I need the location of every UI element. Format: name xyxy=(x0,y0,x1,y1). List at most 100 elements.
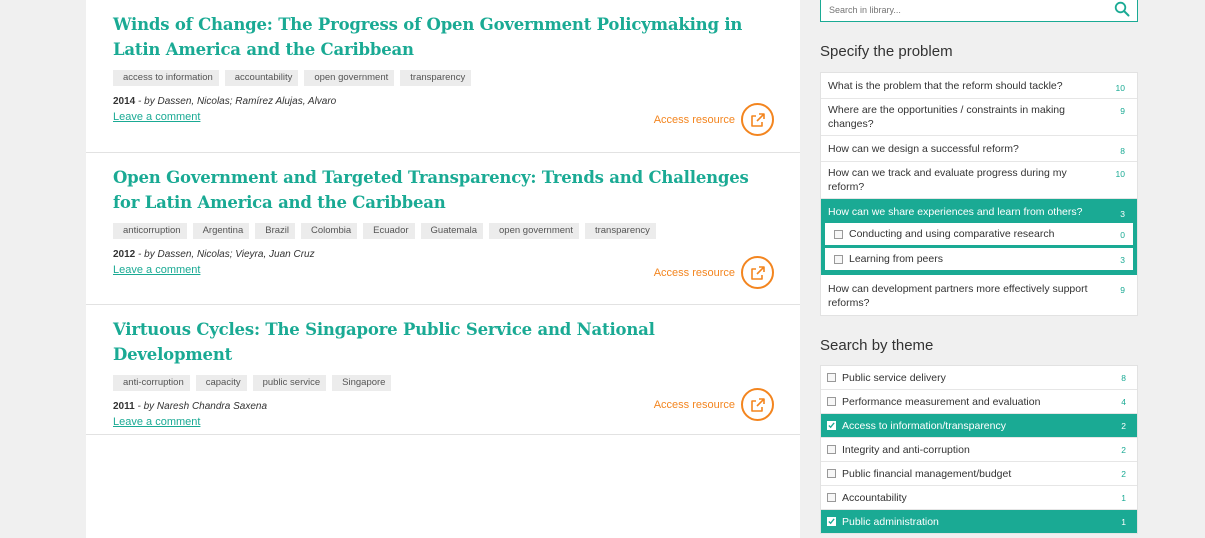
problem-item[interactable]: Where are the opportunities / constraint… xyxy=(821,99,1137,136)
access-resource-button[interactable]: Access resource xyxy=(654,103,774,136)
checkbox[interactable] xyxy=(834,254,843,264)
result-title[interactable]: Open Government and Targeted Transparenc… xyxy=(113,165,773,215)
theme-item-label: Access to information/transparency xyxy=(842,419,1006,432)
result-authors: - by Naresh Chandra Saxena xyxy=(137,401,268,412)
problem-item-label: Where are the opportunities / constraint… xyxy=(828,104,1065,130)
external-link-icon xyxy=(741,103,774,136)
result-title[interactable]: Winds of Change: The Progress of Open Go… xyxy=(113,12,773,62)
problem-subitem-count: 0 xyxy=(1120,230,1125,240)
tag[interactable]: accountability xyxy=(224,70,299,86)
access-resource-label: Access resource xyxy=(653,398,735,411)
problem-list: What is the problem that the reform shou… xyxy=(820,72,1138,316)
problem-item-count: 8 xyxy=(1120,146,1125,156)
result-authors: - by Dassen, Nicolas; Vieyra, Juan Cruz xyxy=(138,249,315,260)
tag[interactable]: Colombia xyxy=(301,223,358,239)
theme-item-checked[interactable]: Public administration 1 xyxy=(821,510,1137,534)
problem-subitem-label: Conducting and using comparative researc… xyxy=(849,228,1055,240)
problem-item[interactable]: How can development partners more effect… xyxy=(821,275,1137,315)
leave-comment-link[interactable]: Leave a comment xyxy=(113,264,200,276)
problem-item-count: 9 xyxy=(1120,285,1125,295)
tag[interactable]: Singapore xyxy=(332,375,392,391)
checkbox[interactable] xyxy=(827,493,836,502)
tag[interactable]: capacity xyxy=(195,375,247,391)
theme-item[interactable]: Accountability 1 xyxy=(821,486,1137,510)
theme-item-count: 1 xyxy=(1121,493,1126,503)
problem-item-count: 3 xyxy=(1120,209,1125,219)
problem-heading: Specify the problem xyxy=(820,43,953,60)
problem-subitem[interactable]: Conducting and using comparative researc… xyxy=(825,223,1133,245)
problem-subitem-label: Learning from peers xyxy=(849,253,943,265)
tag[interactable]: Brazil xyxy=(255,223,295,239)
theme-item-count: 8 xyxy=(1121,373,1126,383)
tag[interactable]: access to information xyxy=(113,70,219,86)
result-entry: Open Government and Targeted Transparenc… xyxy=(86,153,800,305)
theme-item-label: Public financial management/budget xyxy=(842,467,1012,480)
theme-item-checked[interactable]: Access to information/transparency 2 xyxy=(821,414,1137,438)
theme-item[interactable]: Integrity and anti-corruption 2 xyxy=(821,438,1137,462)
checkmark-icon xyxy=(828,518,835,525)
checkbox[interactable] xyxy=(827,373,836,382)
result-title[interactable]: Virtuous Cycles: The Singapore Public Se… xyxy=(113,317,773,367)
theme-heading: Search by theme xyxy=(820,337,934,354)
theme-item-count: 2 xyxy=(1121,445,1126,455)
problem-item-label: How can we design a successful reform? xyxy=(828,143,1019,155)
checkbox-checked[interactable] xyxy=(827,517,836,526)
problem-item[interactable]: How can we design a successful reform? 8 xyxy=(821,136,1137,162)
problem-item-label: How can development partners more effect… xyxy=(828,283,1088,309)
tag[interactable]: open government xyxy=(489,223,579,239)
theme-list: Public service delivery 8 Performance me… xyxy=(820,365,1138,534)
theme-item[interactable]: Performance measurement and evaluation 4 xyxy=(821,390,1137,414)
tag[interactable]: open government xyxy=(304,70,395,86)
problem-item-label: How can we share experiences and learn f… xyxy=(828,206,1083,218)
tag[interactable]: transparency xyxy=(400,70,472,86)
problem-item-label: How can we track and evaluate progress d… xyxy=(828,167,1067,193)
problem-subitem-count: 3 xyxy=(1120,255,1125,265)
search-icon[interactable] xyxy=(1114,1,1130,22)
checkbox[interactable] xyxy=(827,469,836,478)
results-list: Winds of Change: The Progress of Open Go… xyxy=(86,0,800,538)
external-link-icon xyxy=(741,256,774,289)
tag[interactable]: anticorruption xyxy=(113,223,187,239)
theme-item[interactable]: Public service delivery 8 xyxy=(821,366,1137,390)
tag-list: access to information accountability ope… xyxy=(113,70,773,86)
leave-comment-link[interactable]: Leave a comment xyxy=(113,111,200,123)
problem-subitem[interactable]: Learning from peers 3 xyxy=(825,248,1133,270)
theme-item-label: Public administration xyxy=(842,515,939,528)
access-resource-button[interactable]: Access resource xyxy=(654,256,774,289)
tag[interactable]: Ecuador xyxy=(363,223,415,239)
search-input[interactable] xyxy=(821,0,1091,20)
checkbox[interactable] xyxy=(834,229,843,239)
problem-item-count: 10 xyxy=(1115,169,1125,179)
problem-item[interactable]: How can we track and evaluate progress d… xyxy=(821,162,1137,199)
result-year: 2014 xyxy=(113,96,136,107)
leave-comment-link[interactable]: Leave a comment xyxy=(113,416,200,428)
theme-item-count: 2 xyxy=(1121,469,1126,479)
tag[interactable]: Argentina xyxy=(192,223,250,239)
checkbox-checked[interactable] xyxy=(827,421,836,430)
tag[interactable]: public service xyxy=(252,375,327,391)
result-authors: - by Dassen, Nicolas; Ramírez Alujas, Al… xyxy=(138,96,337,107)
checkmark-icon xyxy=(828,422,835,429)
theme-item-label: Performance measurement and evaluation xyxy=(842,395,1041,408)
problem-item[interactable]: What is the problem that the reform shou… xyxy=(821,73,1137,99)
theme-item-label: Public service delivery xyxy=(842,371,946,384)
access-resource-button[interactable]: Access resource xyxy=(654,388,774,421)
theme-item[interactable]: Public financial management/budget 2 xyxy=(821,462,1137,486)
tag[interactable]: anti-corruption xyxy=(113,375,190,391)
theme-item-count: 1 xyxy=(1121,517,1126,527)
problem-subitems: Conducting and using comparative researc… xyxy=(821,223,1137,275)
problem-item-count: 10 xyxy=(1115,83,1125,93)
library-search xyxy=(820,0,1138,22)
tag[interactable]: transparency xyxy=(584,223,656,239)
problem-item-label: What is the problem that the reform shou… xyxy=(828,80,1063,92)
problem-item-active[interactable]: How can we share experiences and learn f… xyxy=(821,199,1137,223)
access-resource-label: Access resource xyxy=(653,113,735,126)
checkbox[interactable] xyxy=(827,445,836,454)
problem-item-count: 9 xyxy=(1120,106,1125,116)
tag[interactable]: Guatemala xyxy=(420,223,484,239)
external-link-icon xyxy=(741,388,774,421)
checkbox[interactable] xyxy=(827,397,836,406)
result-entry: Virtuous Cycles: The Singapore Public Se… xyxy=(86,305,800,435)
result-entry: Winds of Change: The Progress of Open Go… xyxy=(86,0,800,153)
result-year: 2012 xyxy=(113,249,136,260)
